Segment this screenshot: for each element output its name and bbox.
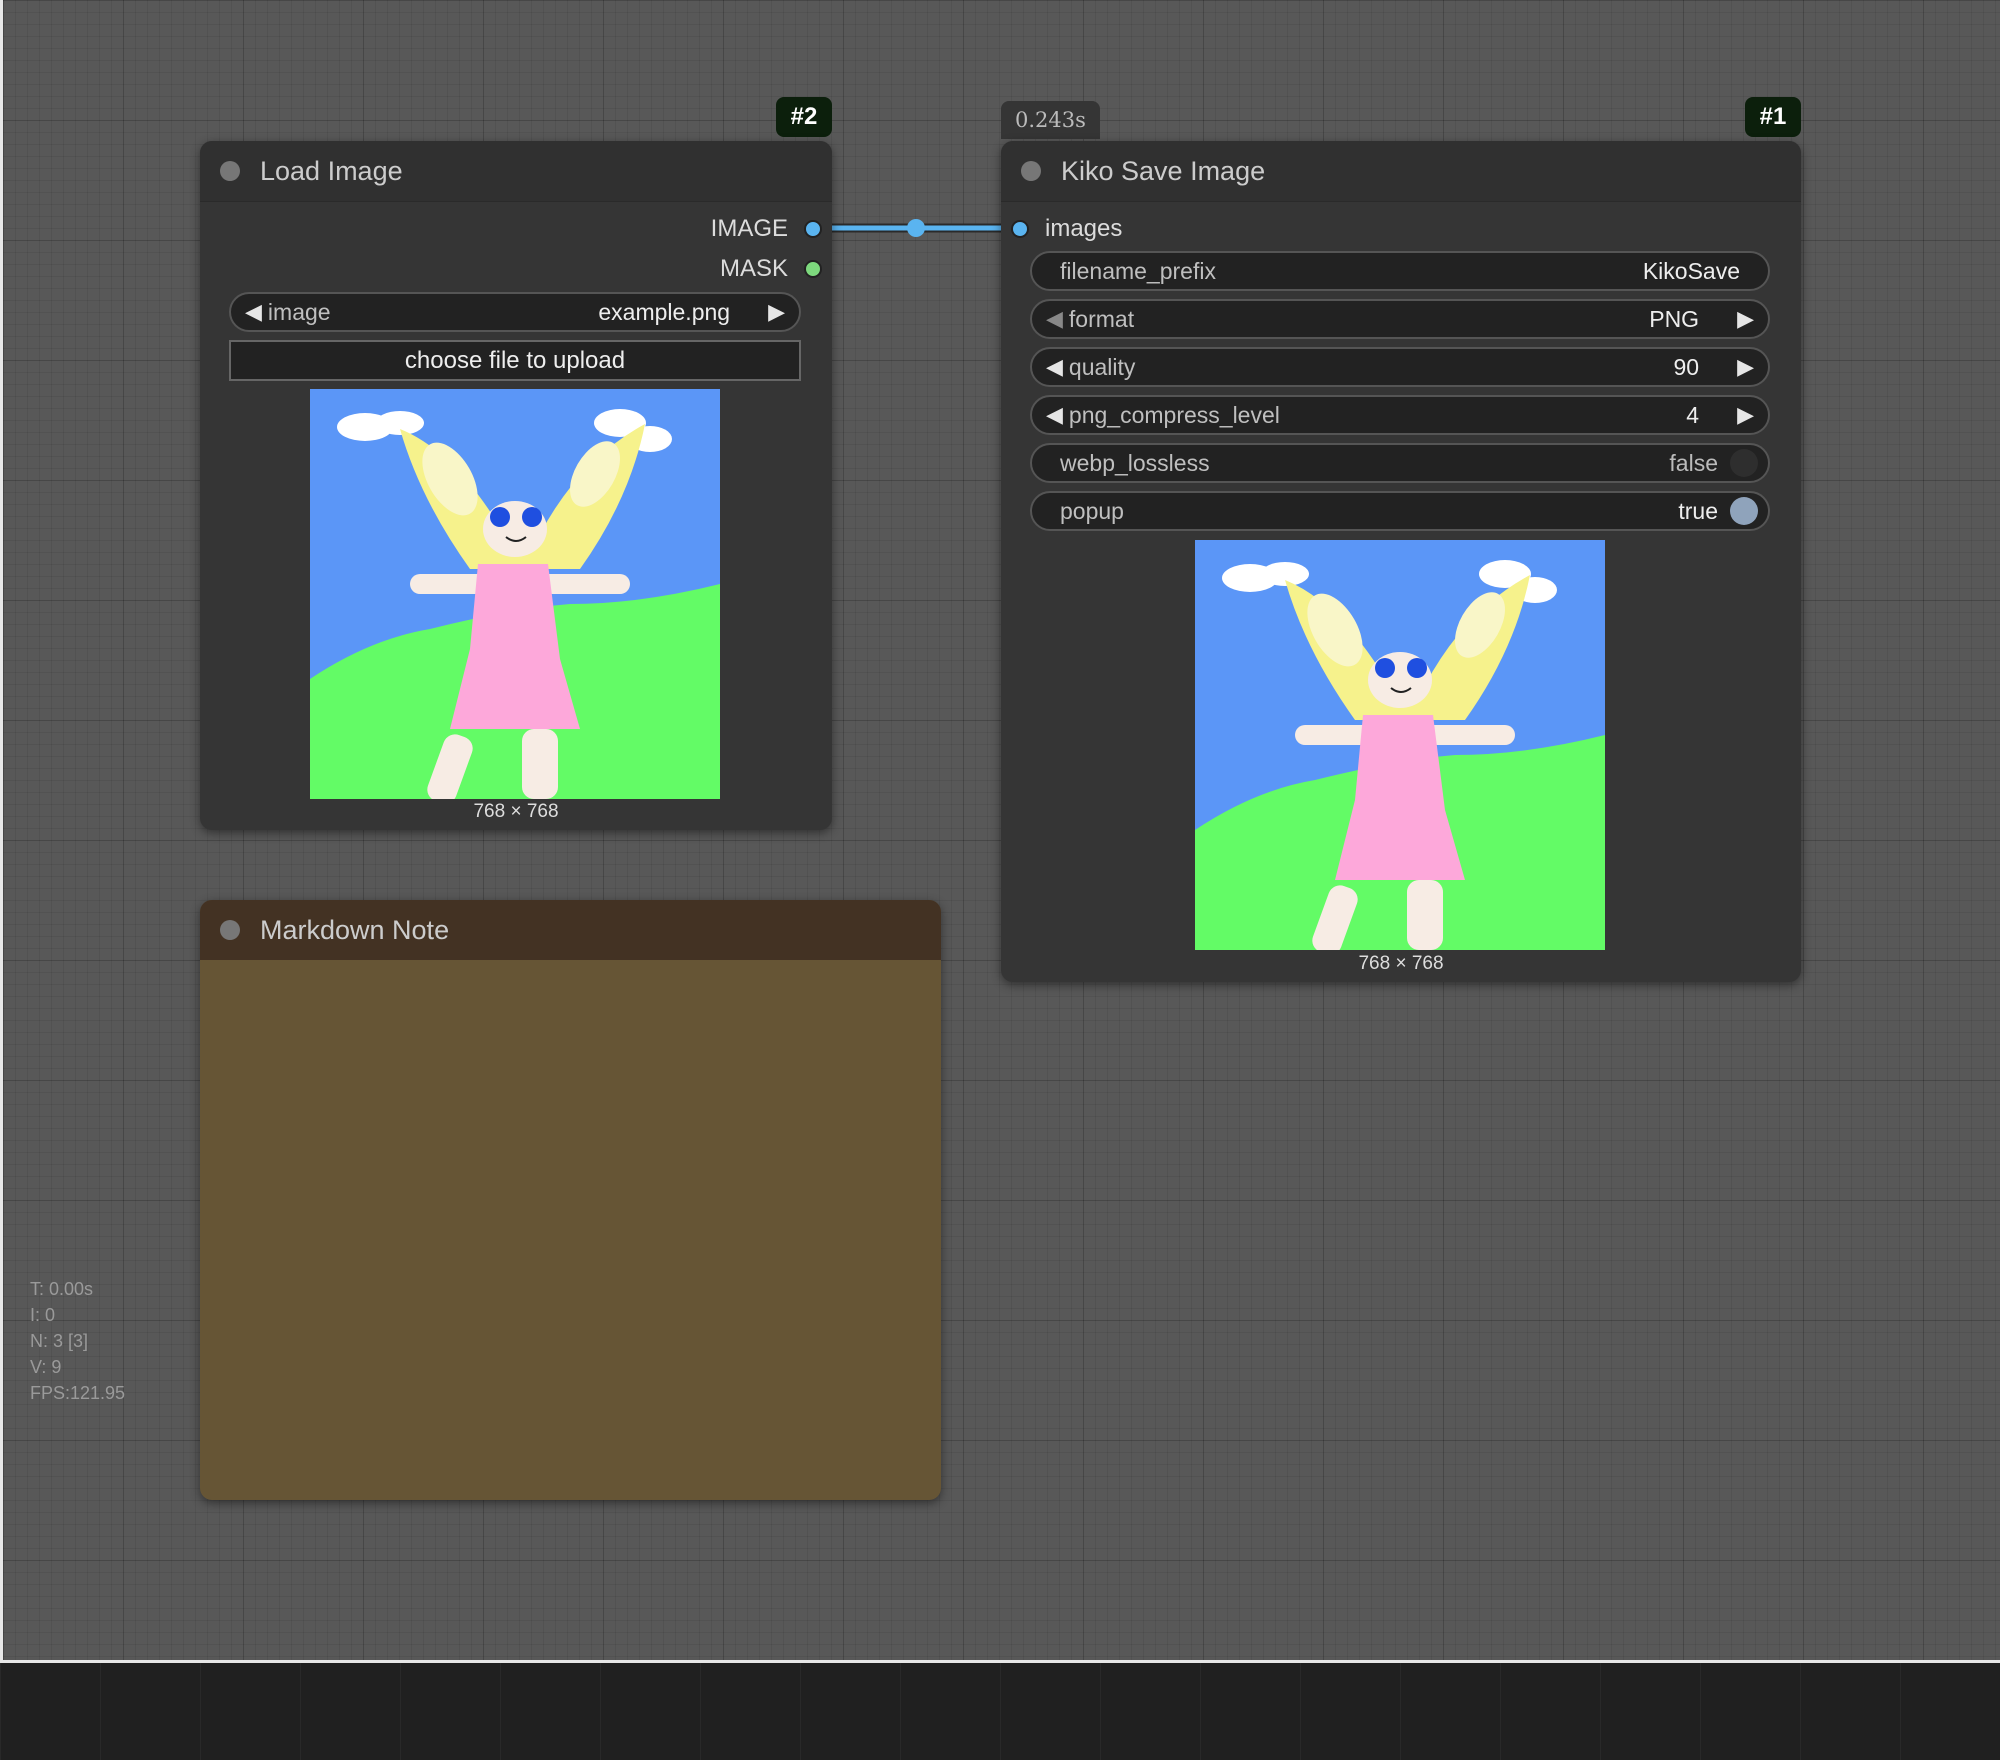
widget-label: filename_prefix [1060, 257, 1216, 284]
stat-nodes: N: 3 [3] [30, 1331, 89, 1351]
execution-time-label: 0.243s [1001, 101, 1100, 139]
bottom-panel [0, 1663, 2000, 1760]
popup-toggle[interactable]: popup true [1030, 491, 1770, 531]
collapse-dot-icon[interactable] [1021, 161, 1041, 181]
increment-arrow-icon[interactable]: ▶ [1699, 306, 1768, 332]
stat-fps: FPS:121.95 [30, 1383, 126, 1403]
png-compress-level-widget[interactable]: ◀ png_compress_level 4 ▶ [1030, 395, 1770, 435]
image-combo-widget[interactable]: ◀ image example.png ▶ [229, 292, 801, 332]
filename-prefix-field[interactable]: filename_prefix KikoSave [1030, 251, 1770, 291]
increment-arrow-icon[interactable]: ▶ [1699, 402, 1768, 428]
increment-arrow-icon[interactable]: ▶ [730, 299, 799, 325]
output-slot-image[interactable]: IMAGE [711, 215, 822, 243]
widget-value: 90 [1673, 353, 1700, 380]
image-size-caption: 768 × 768 [473, 801, 559, 822]
widget-label: format [1068, 305, 1135, 332]
node-id-badge: #2 [776, 97, 832, 137]
markdown-note-node[interactable]: Markdown Note [200, 900, 941, 1500]
widget-value: KikoSave [1642, 257, 1740, 284]
input-label-images: images [1045, 215, 1123, 242]
widget-value: false [1669, 449, 1718, 476]
widget-label: quality [1068, 353, 1136, 380]
widget-value: 4 [1686, 401, 1700, 428]
node-id-badge: #1 [1745, 97, 1801, 137]
image-preview [1195, 540, 1605, 950]
widget-label: image [267, 298, 331, 325]
collapse-dot-icon[interactable] [220, 161, 240, 181]
output-label-mask: MASK [719, 255, 788, 282]
widget-value: PNG [1649, 305, 1700, 332]
widget-value: true [1678, 497, 1718, 524]
kiko-save-image-node[interactable]: Kiko Save Image images filename_prefix K… [1001, 141, 1801, 982]
widget-label: webp_lossless [1060, 449, 1210, 476]
stat-iterations: I: 0 [30, 1305, 56, 1325]
input-dot-icon[interactable] [1011, 220, 1029, 238]
toggle-on-icon[interactable] [1730, 497, 1758, 525]
node-title: Load Image [260, 155, 403, 186]
markdown-note-body[interactable] [200, 960, 941, 1500]
output-dot-icon[interactable] [804, 220, 822, 238]
input-slot-images[interactable]: images [1011, 215, 1122, 243]
increment-arrow-icon[interactable]: ▶ [1699, 354, 1768, 380]
stat-time: T: 0.00s [30, 1279, 94, 1299]
format-combo-widget[interactable]: ◀ format PNG ▶ [1030, 299, 1770, 339]
choose-file-button[interactable]: choose file to upload [229, 340, 801, 381]
output-slot-mask[interactable]: MASK [720, 255, 822, 283]
toggle-off-icon[interactable] [1730, 449, 1758, 477]
output-label-image: IMAGE [710, 215, 788, 242]
node-title-bar[interactable]: Markdown Note [200, 900, 941, 960]
widget-value: example.png [598, 298, 731, 325]
output-dot-icon[interactable] [804, 260, 822, 278]
image-size-caption: 768 × 768 [1358, 953, 1444, 974]
load-image-node[interactable]: Load Image IMAGE MASK ◀ image example.pn… [200, 141, 832, 830]
node-title-bar[interactable]: Load Image [200, 141, 832, 202]
widget-label: popup [1060, 497, 1124, 524]
stat-visible: V: 9 [30, 1357, 62, 1377]
quality-number-widget[interactable]: ◀ quality 90 ▶ [1030, 347, 1770, 387]
render-stats: T: 0.00s I: 0 N: 3 [3] V: 9 FPS:121.95 [30, 1276, 125, 1406]
widget-label: png_compress_level [1068, 401, 1280, 428]
node-title: Kiko Save Image [1061, 155, 1266, 186]
collapse-dot-icon[interactable] [220, 920, 240, 940]
node-title-bar[interactable]: Kiko Save Image [1001, 141, 1801, 202]
image-preview [310, 389, 720, 799]
webp-lossless-toggle[interactable]: webp_lossless false [1030, 443, 1770, 483]
node-title: Markdown Note [260, 914, 450, 945]
